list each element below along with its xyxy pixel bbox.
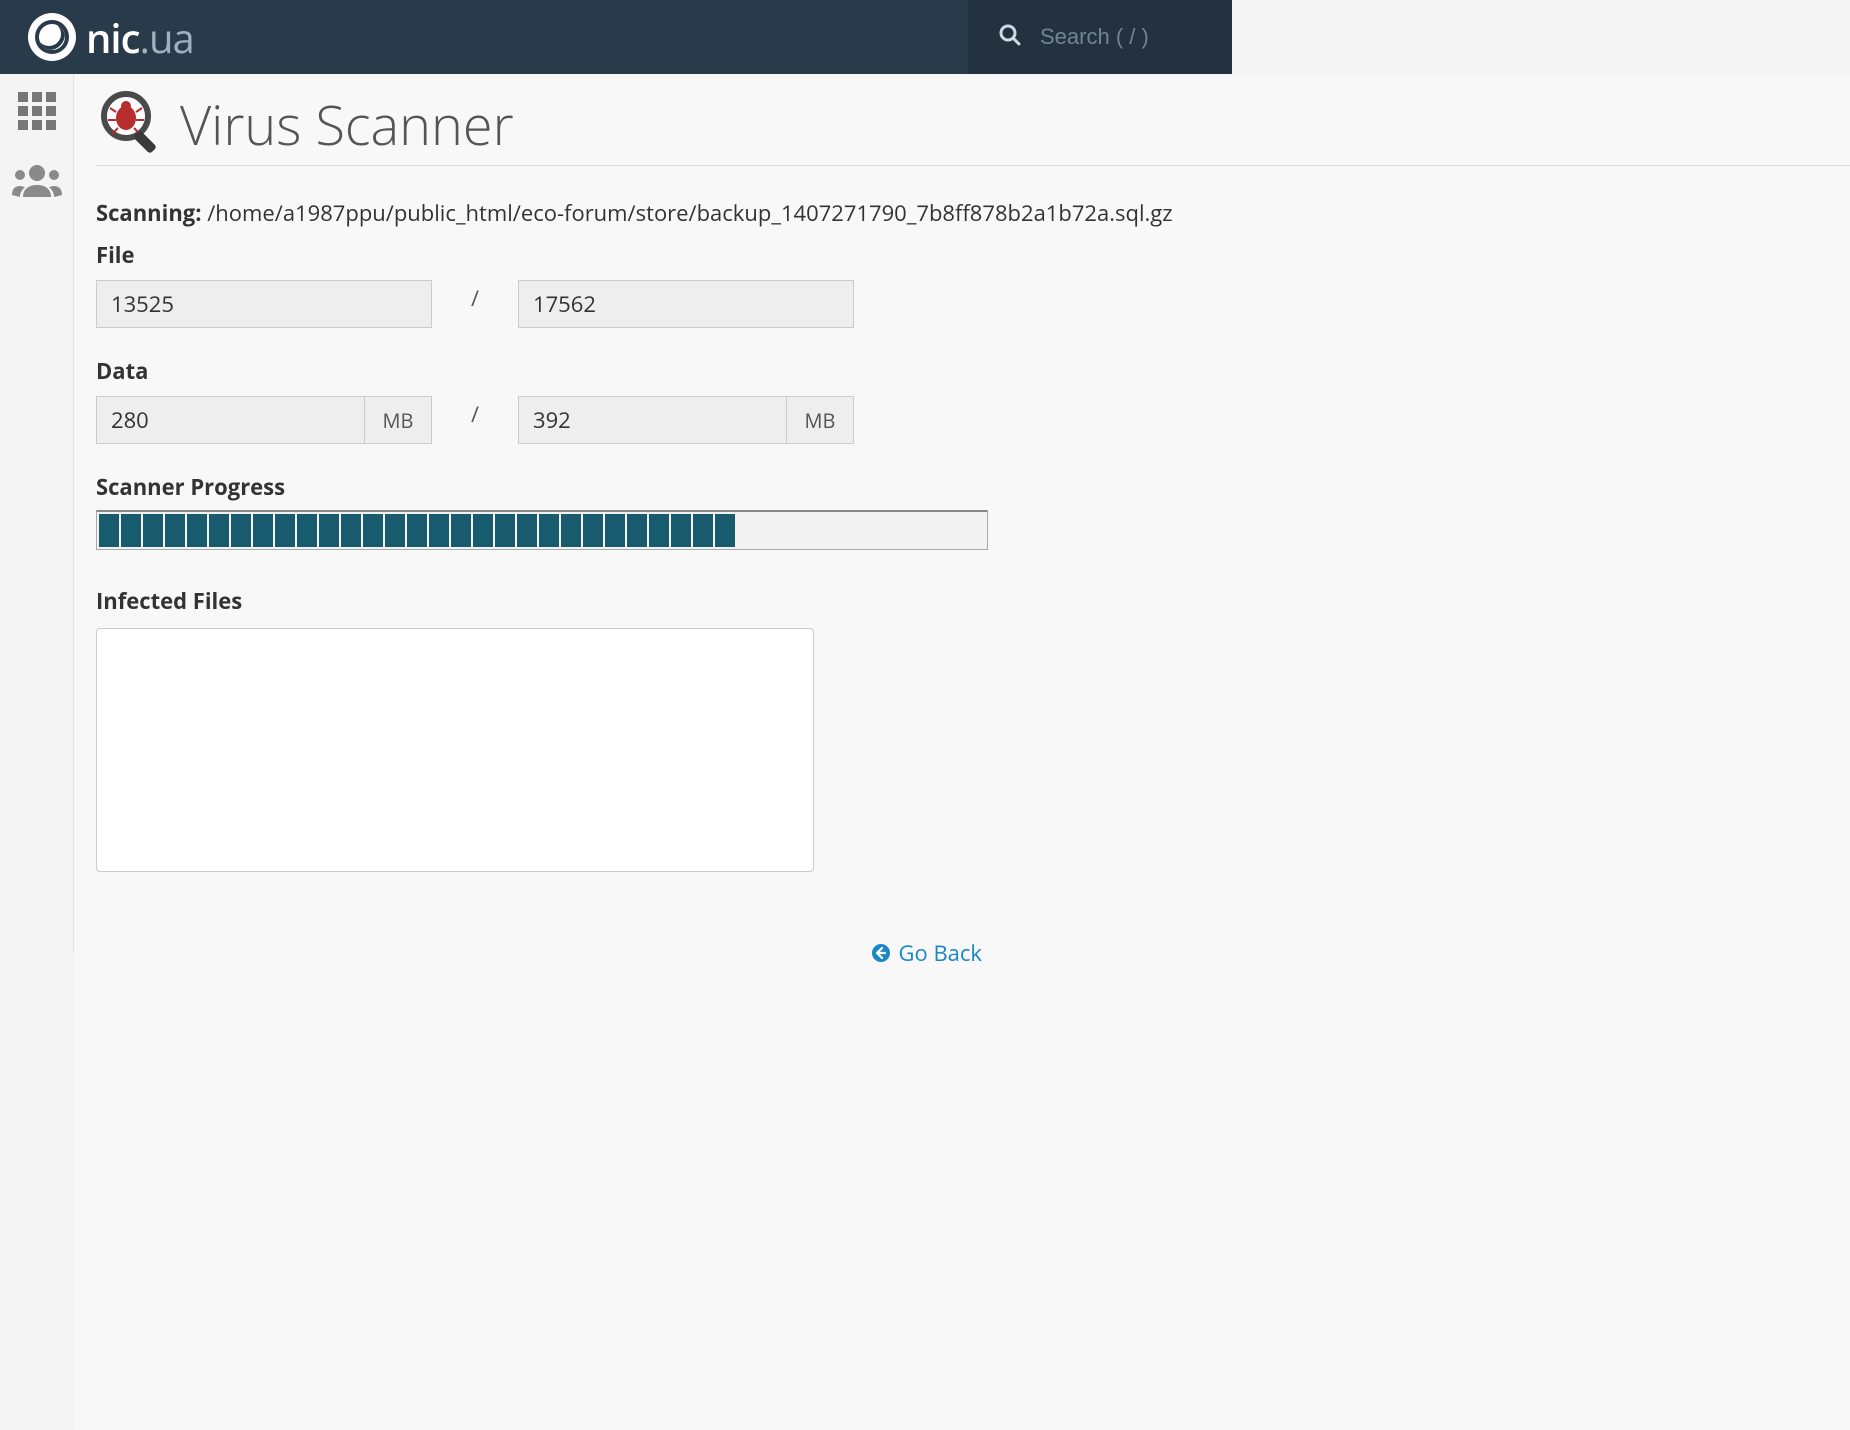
data-row: 280 MB / 392 MB <box>96 396 1850 444</box>
file-label: File <box>96 240 1850 270</box>
go-back-label: Go Back <box>899 938 982 968</box>
data-current-field: 280 <box>96 396 364 444</box>
app-header: nic.ua <box>0 0 1232 74</box>
brand-main: nic <box>86 10 139 65</box>
header-search[interactable] <box>968 0 1232 74</box>
apps-grid-icon[interactable] <box>16 90 58 137</box>
data-current-unit: MB <box>364 396 432 444</box>
search-icon <box>998 23 1022 52</box>
scanning-label: Scanning: <box>96 198 202 228</box>
brand-logo-text: nic.ua <box>86 10 194 65</box>
left-sidebar <box>0 74 74 953</box>
page-title-row: Virus Scanner <box>96 86 1850 166</box>
users-icon[interactable] <box>11 163 63 204</box>
brand-logo-icon <box>28 13 76 61</box>
brand-tld: .ua <box>139 10 193 65</box>
progress-bar <box>96 510 988 550</box>
data-separator: / <box>432 399 518 429</box>
arrow-left-circle-icon <box>871 943 891 963</box>
data-total-field: 392 <box>518 396 786 444</box>
infected-files-box <box>96 628 814 872</box>
page-title: Virus Scanner <box>180 87 514 161</box>
virus-scanner-icon <box>96 86 166 161</box>
go-back-link[interactable]: Go Back <box>871 938 982 968</box>
scanning-path: /home/a1987ppu/public_html/eco-forum/sto… <box>207 198 1172 228</box>
search-input[interactable] <box>1040 24 1212 50</box>
scanning-line: Scanning: /home/a1987ppu/public_html/eco… <box>96 198 1850 228</box>
main-content: Virus Scanner Scanning: /home/a1987ppu/p… <box>74 74 1850 1430</box>
go-back-row: Go Back <box>96 938 986 968</box>
progress-label: Scanner Progress <box>96 472 1850 502</box>
data-total-unit: MB <box>786 396 854 444</box>
data-label: Data <box>96 356 1850 386</box>
file-row: 13525 / 17562 <box>96 280 1850 328</box>
file-total-field: 17562 <box>518 280 854 328</box>
infected-label: Infected Files <box>96 586 1850 616</box>
file-separator: / <box>432 283 518 313</box>
brand-logo[interactable]: nic.ua <box>28 10 194 65</box>
file-current-field: 13525 <box>96 280 432 328</box>
